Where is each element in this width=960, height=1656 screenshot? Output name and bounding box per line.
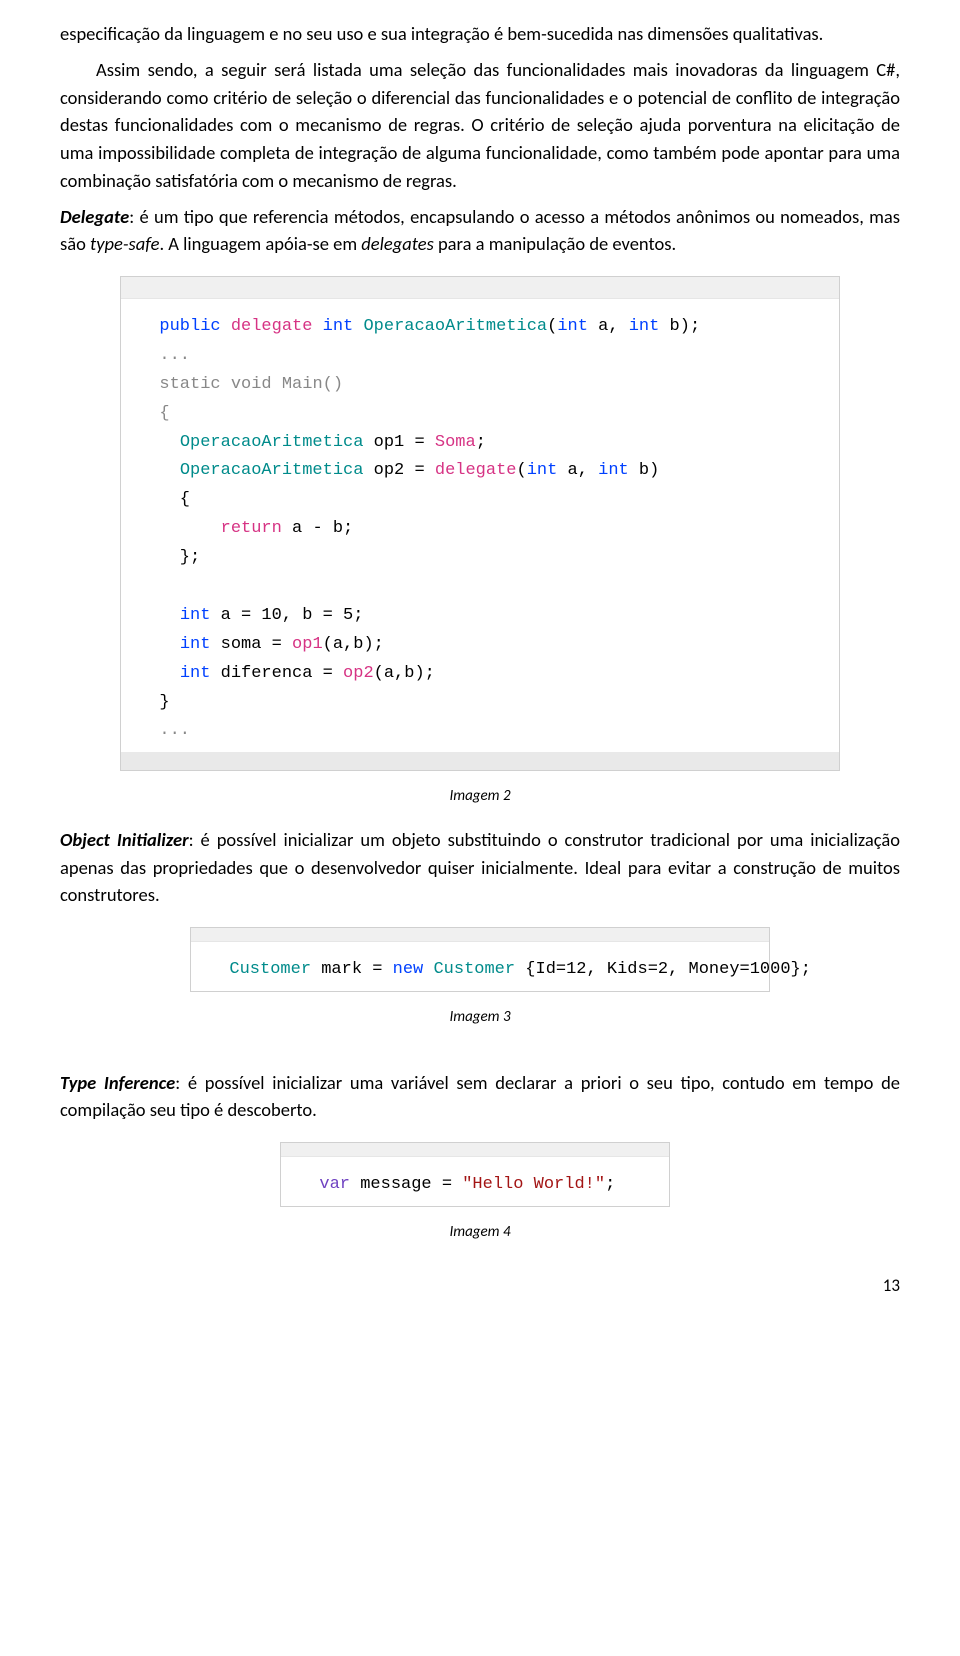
text: . A linguagem apóia-se em [159, 232, 361, 255]
method-name: Main [282, 375, 323, 394]
type-name: Customer [229, 960, 311, 979]
text: ( [517, 461, 527, 480]
code-block-object-initializer: Customer mark = new Customer {Id=12, Kid… [191, 942, 769, 991]
page-number: 13 [60, 1273, 900, 1299]
text [423, 960, 433, 979]
text: (a,b); [374, 664, 435, 683]
keyword: return [221, 519, 282, 538]
type-name: OperacaoAritmetica [363, 317, 547, 336]
keyword: int [527, 461, 558, 480]
text: op2 = [363, 461, 434, 480]
keyword: delegate [231, 317, 313, 336]
spacer [60, 1047, 900, 1069]
paragraph-delegate: Delegate: é um tipo que referencia métod… [60, 203, 900, 259]
text: a, [557, 461, 598, 480]
text: especificação da linguagem e no seu uso … [60, 22, 823, 45]
identifier: op2 [343, 664, 374, 683]
text: a, [588, 317, 629, 336]
text: (a,b); [323, 635, 384, 654]
code-figure-3: var message = "Hello World!"; [280, 1142, 670, 1207]
term-object-initializer: Object Initializer [60, 828, 189, 851]
type-name: Customer [433, 960, 515, 979]
figure-top-band [121, 277, 839, 299]
paragraph-type-inference: Type Inference: é possível inicializar u… [60, 1069, 900, 1125]
keyword: void [231, 375, 272, 394]
text: op1 = [363, 433, 434, 452]
code-figure-2: Customer mark = new Customer {Id=12, Kid… [190, 927, 770, 992]
keyword: var [319, 1175, 350, 1194]
italic-text: type-safe [90, 232, 159, 255]
keyword: new [393, 960, 424, 979]
text: diferenca = [210, 664, 343, 683]
caption-image-2: Imagem 2 [60, 785, 900, 808]
text: para a manipulação de eventos. [434, 232, 676, 255]
paragraph-1: especificação da linguagem e no seu uso … [60, 20, 900, 48]
paragraph-2: Assim sendo, a seguir será listada uma s… [60, 56, 900, 195]
text: message = [350, 1175, 462, 1194]
term-delegate: Delegate [60, 205, 129, 228]
type-name: OperacaoAritmetica [180, 461, 364, 480]
ellipsis: ... [159, 346, 190, 365]
italic-text: delegates [361, 232, 433, 255]
brace: }; [139, 548, 200, 567]
text: b) [629, 461, 660, 480]
keyword: int [180, 664, 211, 683]
text: {Id=12, Kids=2, Money=1000}; [515, 960, 811, 979]
keyword: int [180, 606, 211, 625]
text: b); [659, 317, 700, 336]
text: ( [547, 317, 557, 336]
keyword: int [180, 635, 211, 654]
keyword: int [629, 317, 660, 336]
brace: { [139, 490, 190, 509]
figure-top-band [281, 1143, 669, 1157]
code-block-delegate: public delegate int OperacaoAritmetica(i… [121, 299, 839, 752]
text: soma = [210, 635, 292, 654]
figure-bottom-band [121, 752, 839, 770]
text: a - b; [282, 519, 353, 538]
brace: { [159, 404, 169, 423]
keyword: delegate [435, 461, 517, 480]
keyword: static [159, 375, 220, 394]
keyword: int [323, 317, 354, 336]
identifier: op1 [292, 635, 323, 654]
text: a = 10, b = 5; [210, 606, 363, 625]
string-literal: "Hello World!" [462, 1175, 605, 1194]
keyword: int [557, 317, 588, 336]
type-name: OperacaoAritmetica [180, 433, 364, 452]
text: ; [605, 1175, 615, 1194]
code-block-type-inference: var message = "Hello World!"; [281, 1157, 669, 1206]
caption-image-4: Imagem 4 [60, 1221, 900, 1244]
code-figure-1: public delegate int OperacaoAritmetica(i… [120, 276, 840, 771]
text: ; [476, 433, 486, 452]
text: Assim sendo, a seguir será listada uma s… [60, 58, 900, 192]
ellipsis: ... [159, 721, 190, 740]
text: : é possível inicializar uma variável se… [60, 1071, 900, 1122]
paragraph-object-initializer: Object Initializer: é possível inicializ… [60, 826, 900, 909]
term-type-inference: Type Inference [60, 1071, 175, 1094]
keyword: public [159, 317, 220, 336]
caption-image-3: Imagem 3 [60, 1006, 900, 1029]
text: () [323, 375, 343, 394]
identifier: Soma [435, 433, 476, 452]
figure-top-band [191, 928, 769, 942]
brace: } [139, 693, 170, 712]
keyword: int [598, 461, 629, 480]
text: mark = [311, 960, 393, 979]
